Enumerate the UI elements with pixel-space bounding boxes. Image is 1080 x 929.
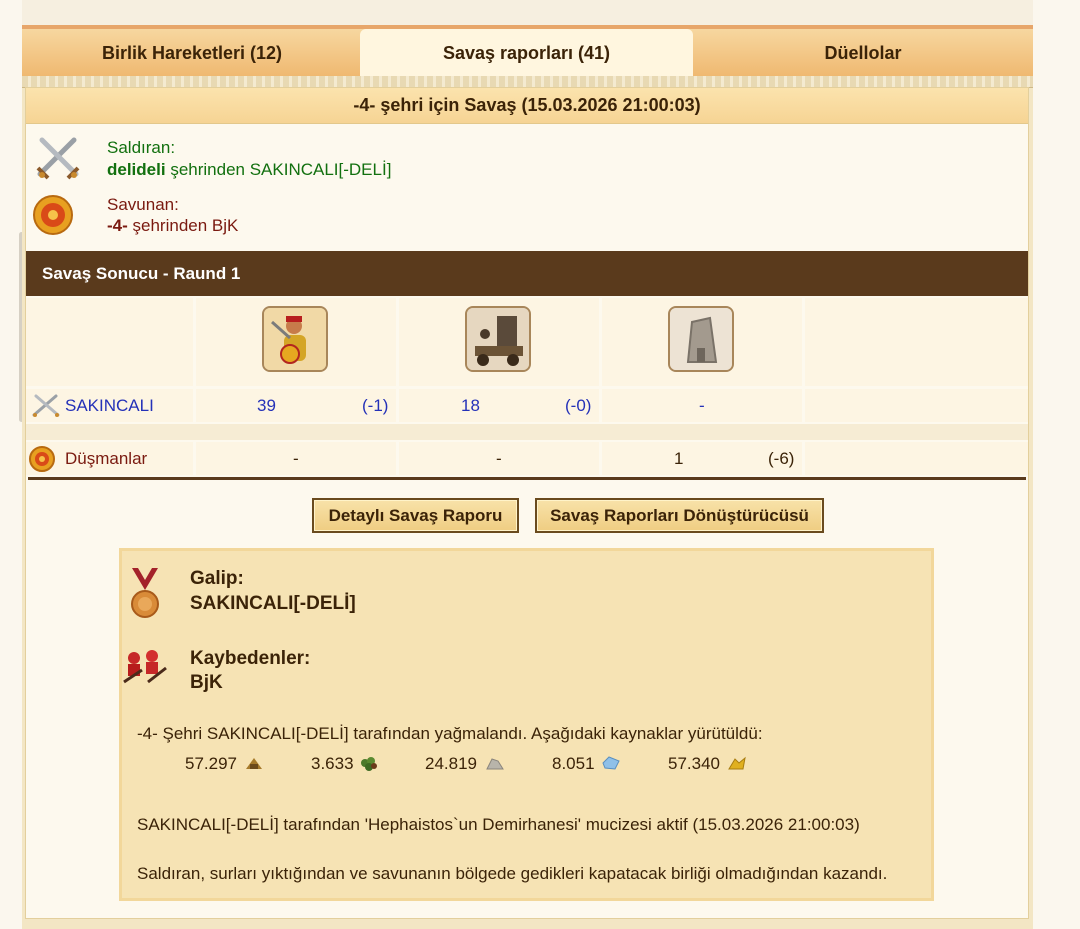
attacker-role: Saldıran: [107,138,176,157]
detailed-report-button[interactable]: Detaylı Savaş Raporu [312,498,519,533]
attacker-row-name[interactable]: SAKINCALI [65,396,154,416]
winner-label: Galip: [190,568,244,589]
page-margin [1033,0,1080,929]
wall-unit-icon[interactable] [668,306,734,372]
shield-icon [33,195,73,235]
marble-icon [486,758,504,770]
scroll-track [0,0,22,929]
archer-unit-icon[interactable] [262,306,328,372]
unit-loss: (-1) [362,396,389,415]
defender-city-link[interactable]: -4- [107,216,128,235]
resource-amount: 3.633 [311,754,354,773]
resource-amount: 57.297 [185,754,237,773]
defender-suffix[interactable]: şehrinden BjK [133,216,239,235]
defeated-troops-icon [123,650,167,684]
sulphur-icon [728,756,746,770]
unit-count: - [699,396,705,415]
unit-count: - [293,449,299,468]
unit-count: 1 [674,449,684,468]
unit-loss: (-0) [565,396,592,415]
winner-name: SAKINCALI[-DELİ] [190,593,356,614]
plunder-text: -4- Şehri SAKINCALI[-DELİ] tarafından ya… [137,724,763,743]
wonder-text: SAKINCALI[-DELİ] tarafından 'Hephaistos`… [137,815,860,834]
resource-amount: 24.819 [425,754,477,773]
unit-count: 39 [257,396,276,415]
shield-icon [29,446,55,472]
tab-troop-movements[interactable]: Birlik Hareketleri (12) [22,29,362,77]
tab-duels[interactable]: Düellolar [693,29,1033,77]
tab-combat-reports[interactable]: Savaş raporları (41) [360,29,693,77]
table-cell [805,389,1028,422]
victory-reason: Saldıran, surları yıktığından ve savunan… [137,864,888,883]
table-corner-cell [26,298,193,386]
unit-count: 18 [461,396,480,415]
wood-icon [246,758,262,769]
catapult-unit-icon[interactable] [465,306,531,372]
battle-result-header: Savaş Sonucu - Raund 1 [26,251,1028,296]
resource-amount: 57.340 [668,754,720,773]
report-converter-button[interactable]: Savaş Raporları Dönüştürücüsü [535,498,824,533]
table-divider [28,477,1026,480]
attacker-city-link[interactable]: delideli [107,160,166,179]
unit-loss: (-6) [768,449,795,468]
attacker-suffix[interactable]: şehrinden SAKINCALI[-DELİ] [170,160,391,179]
resource-amount: 8.051 [552,754,595,773]
unit-header-cell [805,298,1028,386]
crossed-swords-icon [32,394,60,417]
medal-icon [131,568,159,618]
report-title: -4- şehri için Savaş (15.03.2026 21:00:0… [26,88,1028,124]
enemy-row-name: Düşmanlar [65,449,148,468]
unit-count: - [496,449,502,468]
defender-role: Savunan: [107,195,179,214]
grapes-icon [361,757,377,771]
table-cell [805,442,1028,475]
attacker-line: delideli şehrinden SAKINCALI[-DELİ] [107,160,391,180]
row-spacer [26,424,1028,440]
crystal-icon [602,756,620,770]
defender-line: -4- şehrinden BjK [107,216,238,236]
crossed-swords-icon [36,137,80,180]
losers-name: BjK [190,672,223,693]
losers-label: Kaybedenler: [190,648,311,669]
